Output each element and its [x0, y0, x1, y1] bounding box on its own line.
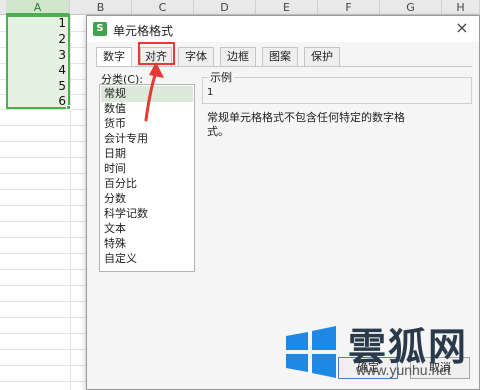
- column-header-c[interactable]: C: [132, 0, 194, 15]
- red-arrow-icon: [144, 62, 164, 122]
- tab-protection[interactable]: 保护: [304, 47, 340, 66]
- wps-spreadsheet-icon: S: [93, 22, 107, 36]
- watermark-url: www.yunhu.net: [356, 362, 451, 378]
- fill-handle[interactable]: [66, 105, 71, 110]
- column-header-h[interactable]: H: [442, 0, 480, 15]
- column-header-row: A B C D E F G H: [0, 0, 480, 15]
- close-icon[interactable]: ×: [453, 19, 471, 37]
- column-header-a[interactable]: A: [6, 0, 70, 15]
- sample-title: 示例: [208, 69, 234, 85]
- tab-pattern[interactable]: 图案: [262, 47, 298, 66]
- category-item-time[interactable]: 时间: [101, 161, 193, 177]
- tab-border[interactable]: 边框: [220, 47, 256, 66]
- category-item-text[interactable]: 文本: [101, 221, 193, 237]
- column-header-g[interactable]: G: [380, 0, 442, 15]
- cell-a2[interactable]: 2: [6, 32, 66, 46]
- dialog-title: 单元格格式: [113, 24, 174, 38]
- column-header-f[interactable]: F: [318, 0, 380, 15]
- category-item-date[interactable]: 日期: [101, 146, 193, 162]
- column-header-b[interactable]: B: [70, 0, 132, 15]
- format-description: 常规单元格格式不包含任何特定的数字格式。: [207, 111, 405, 138]
- category-item-special[interactable]: 特殊: [101, 236, 193, 252]
- category-item-scientific[interactable]: 科学记数: [101, 206, 193, 222]
- sample-groupbox: [202, 77, 472, 104]
- category-item-percentage[interactable]: 百分比: [101, 176, 193, 192]
- column-header-d[interactable]: D: [194, 0, 256, 15]
- tab-font[interactable]: 字体: [178, 47, 214, 66]
- column-header-e[interactable]: E: [256, 0, 318, 15]
- cell-a5[interactable]: 5: [6, 79, 66, 93]
- cell-a3[interactable]: 3: [6, 48, 66, 62]
- cell-a6[interactable]: 6: [6, 94, 66, 108]
- cell-a4[interactable]: 4: [6, 63, 66, 77]
- category-item-fraction[interactable]: 分数: [101, 191, 193, 207]
- category-item-custom[interactable]: 自定义: [101, 251, 193, 267]
- windows-logo-icon: [286, 326, 336, 378]
- watermark: 雲狐网 www.yunhu.net: [282, 312, 480, 382]
- category-item-accounting[interactable]: 会计专用: [101, 131, 193, 147]
- dialog-titlebar[interactable]: S 单元格格式 ×: [87, 16, 479, 42]
- cell-a1[interactable]: 1: [6, 16, 66, 30]
- tab-number[interactable]: 数字: [96, 47, 132, 67]
- sample-value: 1: [207, 87, 214, 98]
